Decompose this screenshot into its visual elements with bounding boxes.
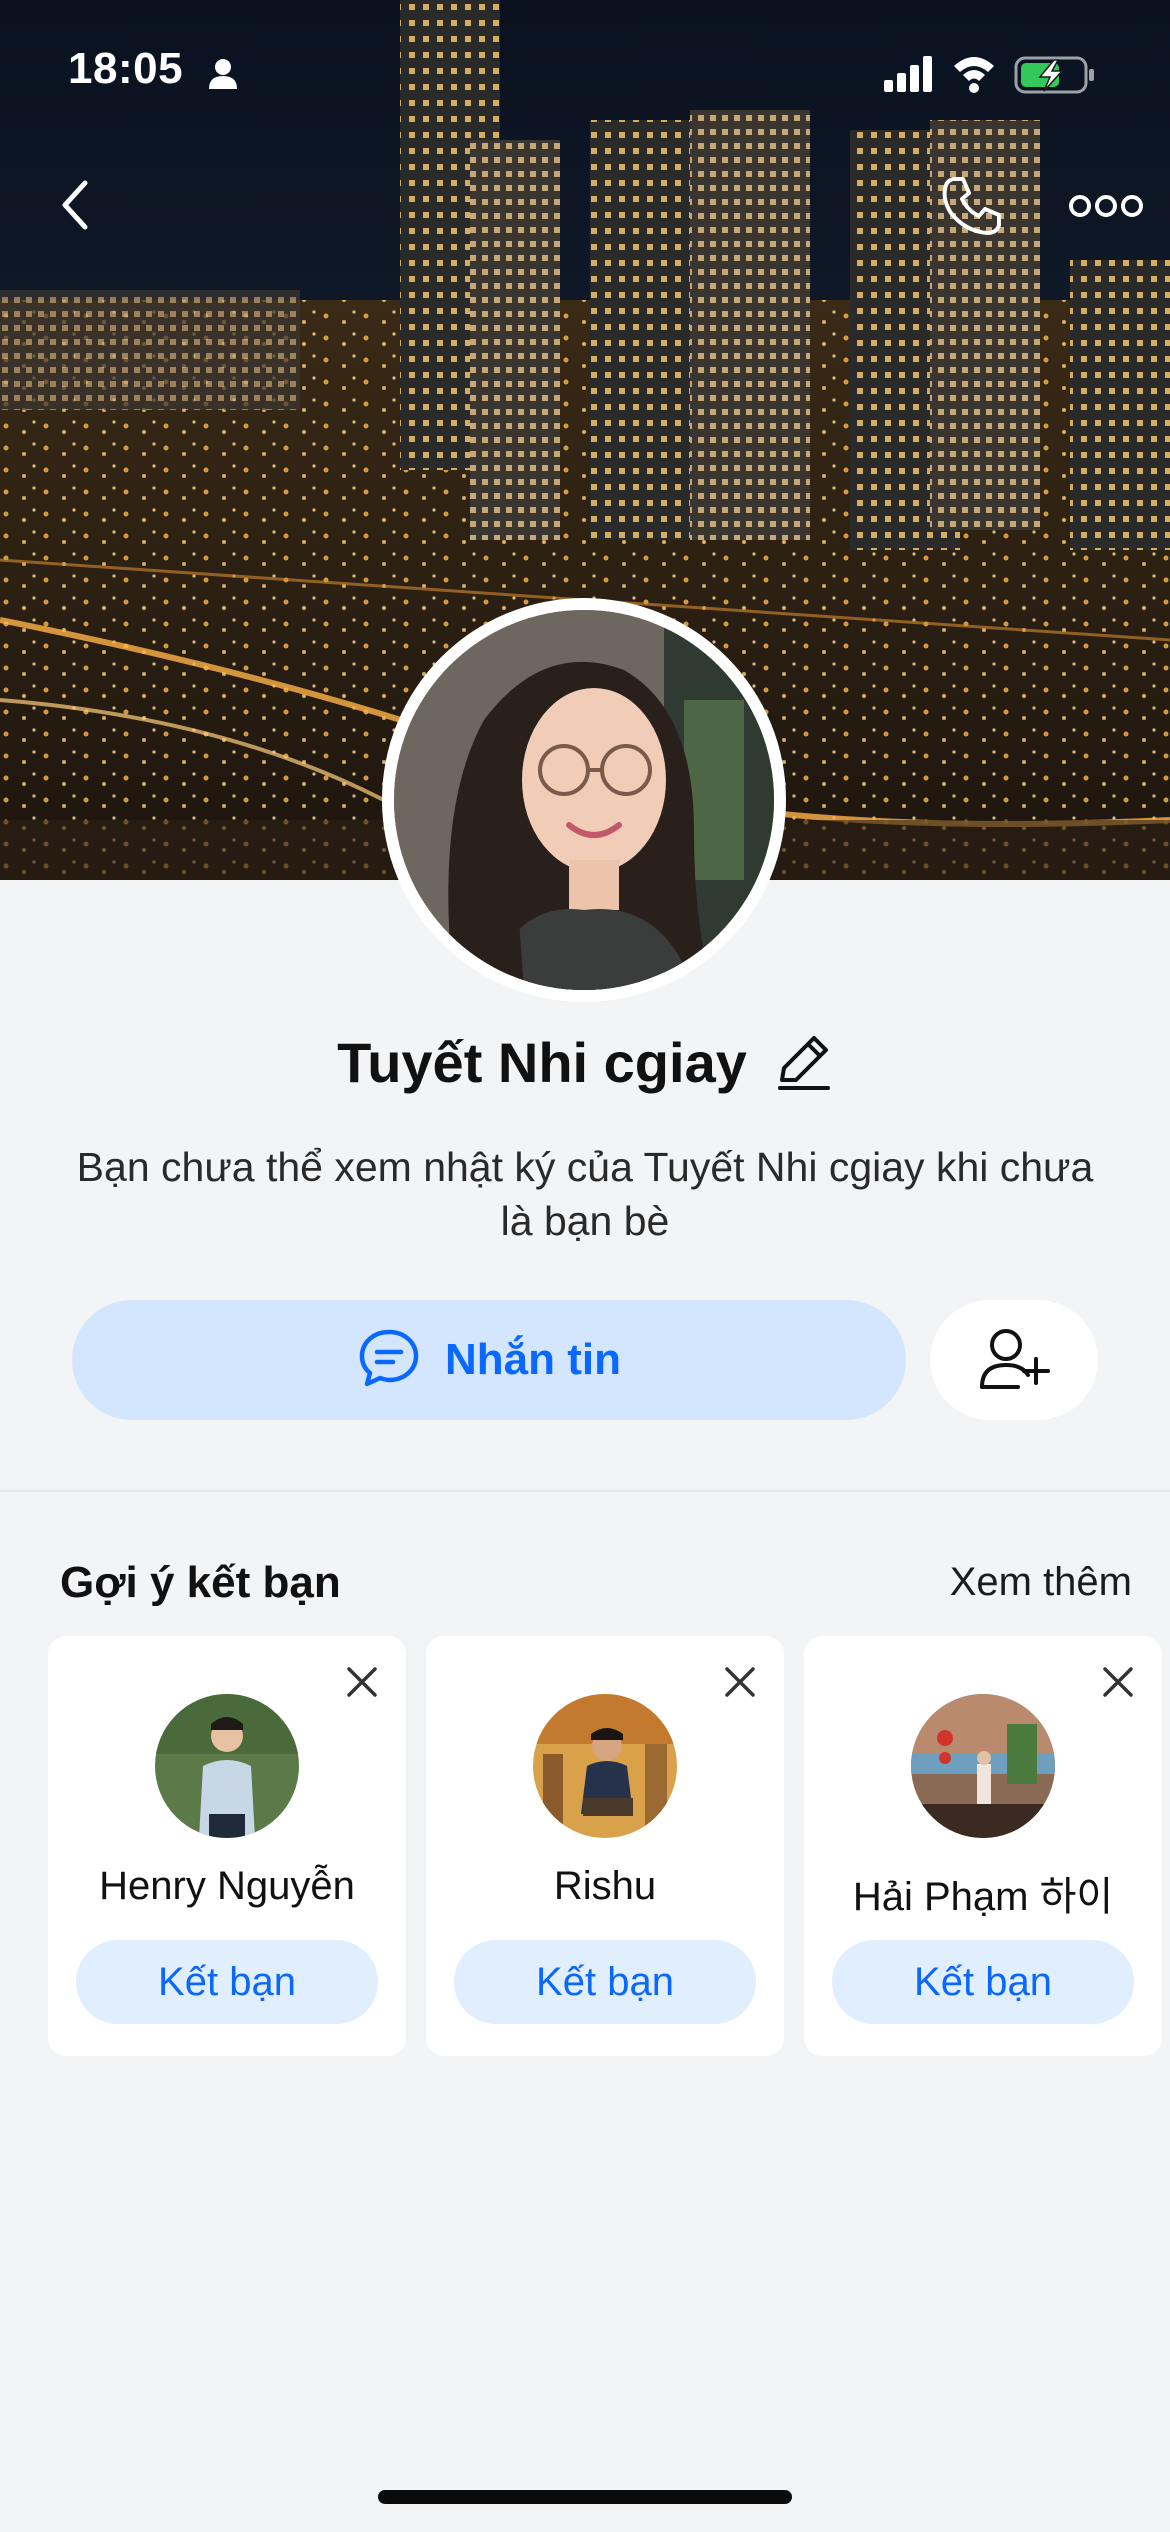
suggestion-name: Hải Phạm 하이 [852,1875,1114,1919]
pencil-icon [777,1035,830,1090]
friend-suggestions-title: Gợi ý kết bạn [60,1558,341,1607]
profile-avatar[interactable] [394,610,774,990]
suggestion-avatar[interactable] [155,1694,299,1838]
suggestion-name: Rishu [553,1864,657,1908]
status-bar: 18:05 [0,0,1170,150]
profile-avatar-frame [382,598,786,1002]
avatar-portrait-illustration [394,610,774,990]
more-options-button[interactable] [1060,176,1152,240]
add-friend-suggestion-button[interactable]: Kết bạn [832,1940,1134,2024]
back-button[interactable] [38,170,112,244]
add-user-icon [978,1325,1050,1396]
message-button[interactable]: Nhắn tin [72,1300,906,1420]
message-button-label: Nhắn tin [445,1335,621,1384]
see-more-link[interactable]: Xem thêm [950,1560,1132,1605]
close-icon [347,1667,377,1697]
close-icon [725,1667,755,1697]
add-friend-suggestion-button[interactable]: Kết bạn [454,1940,756,2024]
privacy-note: Bạn chưa thể xem nhật ký của Tuyết Nhi c… [76,1144,1094,1244]
profile-name: Tuyết Nhi cgiay [337,1031,747,1094]
suggestion-card: Hải Phạm 하이 Kết bạn [804,1636,1162,2056]
add-friend-suggestion-button[interactable]: Kết bạn [76,1940,378,2024]
profile-name-row: Tuyết Nhi cgiay [0,1030,1170,1095]
dismiss-suggestion-button[interactable] [1096,1660,1140,1704]
status-time: 18:05 [68,44,184,93]
home-indicator[interactable] [378,2490,792,2504]
section-divider [0,1490,1170,1492]
wifi-icon [954,57,994,93]
call-button[interactable] [930,166,1014,250]
dismiss-suggestion-button[interactable] [718,1660,762,1704]
signal-icon [884,56,932,92]
battery-charging-icon [1014,56,1094,94]
suggestion-card: Rishu Kết bạn [426,1636,784,2056]
chevron-left-icon [55,177,95,238]
suggestion-avatar[interactable] [533,1694,677,1838]
more-dots-icon [1068,191,1144,226]
suggestion-avatar[interactable] [911,1694,1055,1838]
suggestion-name: Henry Nguyễn [99,1864,355,1908]
close-icon [1103,1667,1133,1697]
add-friend-button[interactable] [930,1300,1098,1420]
dismiss-suggestion-button[interactable] [340,1660,384,1704]
person-icon [206,56,240,90]
status-indicators [884,52,1114,96]
edit-name-button[interactable] [773,1033,833,1093]
phone-icon [939,173,1005,244]
chat-bubble-icon [357,1326,421,1395]
suggestion-card: Henry Nguyễn Kết bạn [48,1636,406,2056]
